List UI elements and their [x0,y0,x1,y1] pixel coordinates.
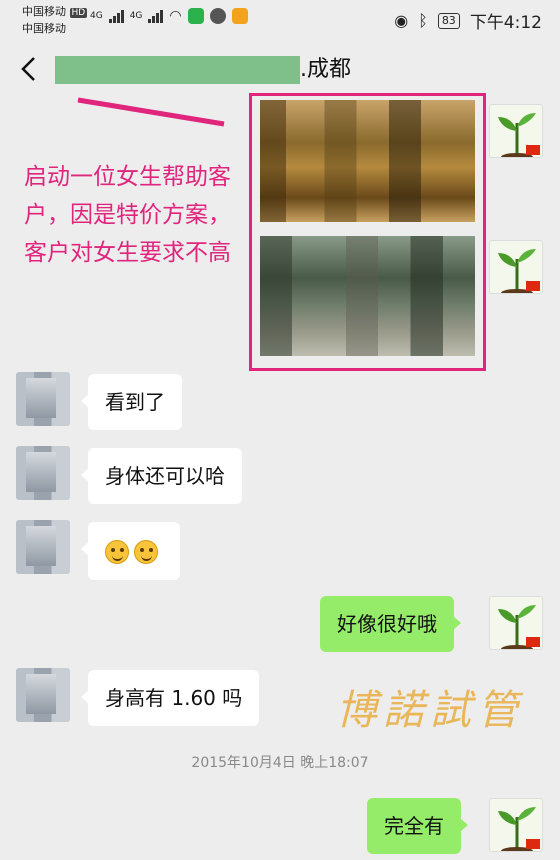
message-bubble-in[interactable]: 看到了 [81,374,182,430]
flag-icon [526,281,540,291]
avatar[interactable] [16,446,70,500]
clock: 下午4:12 [469,13,542,33]
avatar[interactable] [489,596,543,650]
avatar[interactable] [489,104,543,158]
avatar[interactable] [16,520,70,574]
annotation-arrow-icon [77,97,225,127]
flag-icon [526,145,540,155]
highlight-frame [249,93,486,371]
network-2: 4G [129,11,143,21]
signal-strength-icon [108,9,124,23]
avatar[interactable] [16,668,70,722]
smile-emoji-icon [105,539,129,564]
status-bar: 中国移动 HD 中国移动 4G 4G ◠ ◉ ᛒ 83 下午4:12 [0,0,560,40]
annotation-text: 启动一位女生帮助客户，因是特价方案，客户对女生要求不高 [24,164,231,266]
mail-icon [231,8,248,24]
message-bubble-out[interactable]: 完全有 [367,798,468,854]
contact-name-suffix: .成都 [300,57,351,82]
bluetooth-icon: ᛒ [418,11,428,30]
smile-emoji-icon [134,539,158,564]
watermark: 博諾試管 [336,686,524,734]
back-arrow-icon[interactable] [14,54,44,84]
signal-icons: 4G 4G ◠ [90,8,248,24]
eye-icon: ◉ [394,11,409,30]
avatar[interactable] [489,240,543,294]
message-bubble-out[interactable]: 好像很好哦 [320,596,461,652]
network-1: 4G [90,11,103,21]
hd-badge: HD [69,8,88,18]
signal-strength-2-icon [148,9,164,23]
message-bubble-in[interactable]: 身高有 1.60 吗 [80,670,260,726]
avatar[interactable] [489,798,543,852]
message-bubble-emoji[interactable] [81,522,180,580]
carrier-1: 中国移动 [22,5,66,18]
battery-icon: 83 [437,12,460,29]
wifi-icon: ◠ [169,8,182,24]
contact-name-redacted [55,56,300,84]
carrier-info: 中国移动 HD 中国移动 [22,4,88,36]
avatar[interactable] [16,372,70,426]
status-right: ◉ ᛒ 83 下午4:12 [394,8,542,33]
chat-timestamp: 2015年10月4日 晚上18:07 [191,755,369,771]
flag-icon [526,839,540,849]
app-notification-icon [187,8,204,24]
flag-icon [526,637,540,647]
hand-icon [209,8,226,24]
carrier-2: 中国移动 [22,22,66,35]
message-bubble-in[interactable]: 身体还可以哈 [81,448,242,504]
